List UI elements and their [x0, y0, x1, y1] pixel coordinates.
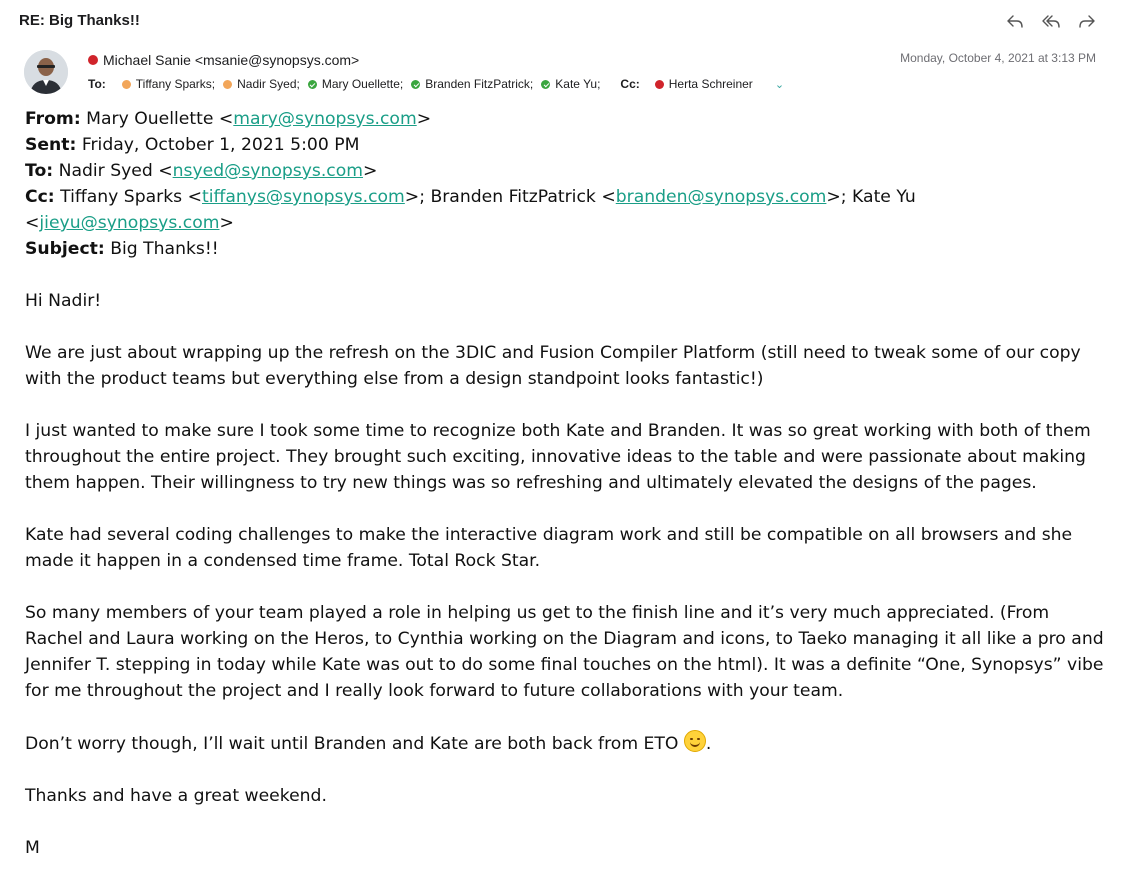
- reply-icon[interactable]: [1004, 11, 1026, 33]
- body-paragraph: So many members of your team played a ro…: [25, 603, 1104, 701]
- to-label: To:: [88, 77, 106, 91]
- presence-busy-icon: [654, 79, 664, 89]
- subject-label: Subject:: [25, 239, 105, 259]
- to-name: Nadir Syed <: [53, 161, 173, 181]
- recipient-name: Tiffany Sparks;: [135, 77, 216, 91]
- forward-icon[interactable]: [1076, 11, 1098, 33]
- subject-bar: RE: Big Thanks!!: [0, 0, 1122, 44]
- presence-available-icon: [541, 79, 551, 89]
- presence-away-icon: [121, 79, 131, 89]
- cc-email-link[interactable]: tiffanys@synopsys.com: [202, 187, 405, 207]
- recipient-nadir-syed[interactable]: Nadir Syed;: [223, 77, 300, 91]
- recipient-mary-ouellette[interactable]: Mary Ouellette;: [307, 77, 404, 91]
- recipient-tiffany-sparks[interactable]: Tiffany Sparks;: [121, 77, 216, 91]
- signoff: M: [25, 838, 40, 858]
- recipient-branden-fitzpatrick[interactable]: Branden FitzPatrick;: [411, 77, 533, 91]
- sender-line: Michael Sanie <msanie@synopsys.com>: [88, 52, 359, 68]
- quoted-from-line: From: Mary Ouellette <mary@synopsys.com>: [25, 109, 432, 129]
- message-toolbar: [1004, 11, 1098, 33]
- chevron-down-icon[interactable]: ⌄: [775, 78, 784, 91]
- presence-available-icon: [307, 79, 317, 89]
- cc-name: >; Branden FitzPatrick <: [404, 187, 616, 207]
- cc-email-link[interactable]: jieyu@synopsys.com: [39, 213, 219, 233]
- quoted-subject-line: Subject: Big Thanks!!: [25, 236, 1105, 262]
- sent-label: Sent:: [25, 135, 77, 155]
- recipient-herta-schreiner[interactable]: Herta Schreiner: [654, 77, 753, 91]
- from-label: From:: [25, 109, 81, 129]
- cc-label: Cc:: [25, 187, 55, 207]
- email-subject: RE: Big Thanks!!: [19, 12, 140, 29]
- cc-label: Cc:: [620, 77, 640, 91]
- body-text: .: [705, 734, 712, 754]
- subject-value: Big Thanks!!: [104, 239, 219, 259]
- cc-email-link[interactable]: branden@synopsys.com: [616, 187, 827, 207]
- body-text: Don’t worry though, I’ll wait until Bran…: [25, 734, 684, 754]
- from-name: Mary Ouellette <: [80, 109, 234, 129]
- greeting: Hi Nadir!: [25, 291, 102, 311]
- body-paragraph: Kate had several coding challenges to ma…: [25, 525, 1073, 571]
- body-paragraph: We are just about wrapping up the refres…: [25, 343, 1081, 389]
- recipient-name: Kate Yu;: [555, 77, 601, 91]
- presence-available-icon: [411, 79, 421, 89]
- message-header: Michael Sanie <msanie@synopsys.com> Mond…: [0, 44, 1122, 100]
- recipient-name: Nadir Syed;: [237, 77, 300, 91]
- body-paragraph: Don’t worry though, I’ll wait until Bran…: [25, 730, 1105, 757]
- presence-away-icon: [223, 79, 233, 89]
- body-paragraph: I just wanted to make sure I took some t…: [25, 421, 1091, 493]
- to-email-link[interactable]: nsyed@synopsys.com: [173, 161, 363, 181]
- presence-status-icon: [88, 55, 98, 65]
- quoted-cc-line: Cc: Tiffany Sparks <tiffanys@synopsys.co…: [25, 187, 916, 233]
- closing: Thanks and have a great weekend.: [25, 786, 327, 806]
- message-body: From: Mary Ouellette <mary@synopsys.com>…: [25, 106, 1105, 887]
- quoted-header: From: Mary Ouellette <mary@synopsys.com>…: [25, 106, 1105, 262]
- sent-value: Friday, October 1, 2021 5:00 PM: [76, 135, 360, 155]
- quoted-sent-line: Sent: Friday, October 1, 2021 5:00 PM: [25, 132, 1105, 158]
- sender-name-email[interactable]: Michael Sanie <msanie@synopsys.com>: [103, 52, 359, 68]
- recipient-name: Herta Schreiner: [668, 77, 753, 91]
- message-date: Monday, October 4, 2021 at 3:13 PM: [900, 51, 1096, 65]
- recipient-name: Branden FitzPatrick;: [425, 77, 534, 91]
- from-email-link[interactable]: mary@synopsys.com: [233, 109, 416, 129]
- recipient-kate-yu[interactable]: Kate Yu;: [541, 77, 600, 91]
- to-label: To:: [25, 161, 54, 181]
- quoted-to-line: To: Nadir Syed <nsyed@synopsys.com>: [25, 161, 378, 181]
- avatar: [24, 50, 68, 94]
- cc-name: Tiffany Sparks <: [54, 187, 202, 207]
- reply-all-icon[interactable]: [1040, 11, 1062, 33]
- smiley-emoji-icon: [683, 730, 706, 752]
- recipient-name: Mary Ouellette;: [321, 77, 404, 91]
- recipients-line: To: Tiffany Sparks; Nadir Syed; Mary Oue…: [88, 77, 784, 91]
